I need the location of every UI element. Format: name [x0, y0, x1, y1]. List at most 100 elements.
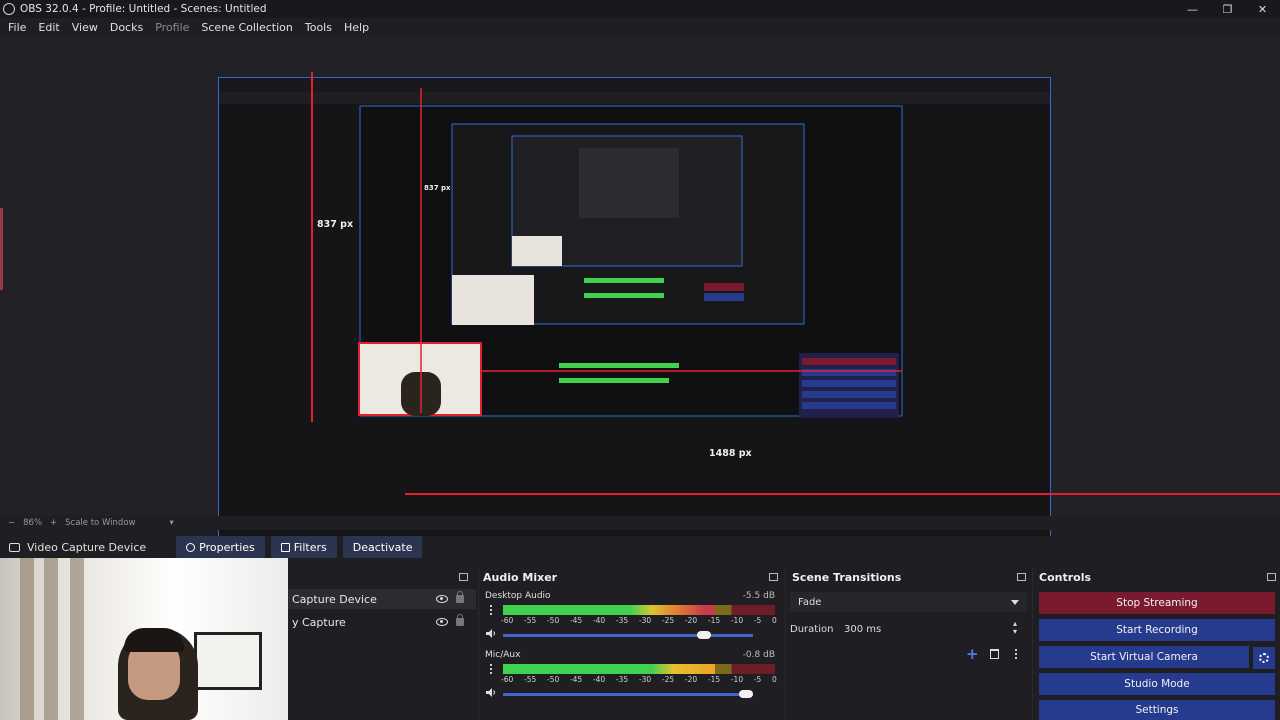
volume-slider-knob[interactable] [739, 690, 753, 698]
curtain-stripe [44, 558, 58, 720]
person-hair [124, 628, 184, 652]
background-monitor [194, 632, 262, 690]
scale-tick: -15 [707, 616, 721, 625]
kebab-menu-icon[interactable] [490, 605, 492, 615]
properties-button[interactable]: Properties [176, 536, 265, 558]
volume-slider[interactable] [503, 690, 753, 698]
minimize-button[interactable]: — [1175, 0, 1210, 18]
undock-icon[interactable] [1267, 573, 1276, 581]
eye-icon[interactable] [436, 618, 448, 626]
settings-button[interactable]: Settings [1039, 700, 1275, 720]
undock-icon[interactable] [769, 573, 778, 581]
stop-streaming-button[interactable]: Stop Streaming [1039, 592, 1275, 614]
scale-tick: -5 [753, 675, 762, 684]
scale-tick: -60 [501, 616, 514, 625]
gear-icon [1259, 653, 1269, 663]
volume-slider-knob[interactable] [696, 631, 711, 639]
menu-view[interactable]: View [66, 21, 104, 34]
trash-icon[interactable] [990, 649, 999, 659]
duration-label: Duration [790, 624, 834, 635]
menu-profile[interactable]: Profile [149, 21, 195, 34]
menu-bar: File Edit View Docks Profile Scene Colle… [0, 18, 1280, 36]
scale-tick: -55 [523, 616, 537, 625]
start-recording-button[interactable]: Start Recording [1039, 619, 1275, 641]
close-button[interactable]: ✕ [1245, 0, 1280, 18]
meter-level [503, 605, 716, 615]
spin-arrows-icon[interactable]: ▴ ▾ [1013, 620, 1017, 636]
eye-icon[interactable] [436, 595, 448, 603]
scale-tick: -20 [684, 616, 698, 625]
scale-tick: -30 [638, 675, 652, 684]
filters-button[interactable]: Filters [270, 536, 337, 558]
speaker-icon[interactable] [486, 688, 496, 697]
undock-icon[interactable] [1017, 573, 1026, 581]
kebab-menu-icon[interactable] [490, 664, 492, 674]
webcam-preview [0, 558, 288, 720]
scale-tick: -25 [661, 616, 675, 625]
preview-canvas[interactable] [218, 77, 1051, 552]
channel-name: Desktop Audio [485, 591, 551, 601]
controls-title: Controls [1039, 571, 1092, 584]
source-row[interactable]: Capture Device [288, 589, 476, 609]
volume-slider[interactable] [503, 631, 753, 639]
lock-icon[interactable] [456, 591, 464, 603]
scale-tick: -55 [523, 675, 537, 684]
scale-mode-dropdown[interactable]: Scale to Window [65, 518, 135, 528]
window-controls: — ❐ ✕ [1175, 0, 1280, 18]
kebab-menu-icon[interactable] [1015, 649, 1017, 659]
duration-value: 300 ms [844, 623, 882, 635]
scene-transitions-dock: Scene Transitions Fade Duration 300 ms ▴… [785, 568, 1030, 720]
menu-help[interactable]: Help [338, 21, 375, 34]
curtain-stripe [70, 558, 84, 720]
scale-tick: -45 [569, 616, 583, 625]
zoom-level: 86% [23, 518, 43, 528]
meter-level [503, 664, 716, 674]
scale-tick: -40 [592, 616, 606, 625]
virtual-camera-settings-button[interactable] [1253, 647, 1275, 669]
zoom-in-button[interactable]: + [50, 518, 57, 528]
transition-select[interactable]: Fade [790, 592, 1027, 612]
scale-tick: -35 [615, 675, 629, 684]
speaker-icon[interactable] [486, 629, 496, 638]
duration-spinbox[interactable]: 300 ms ▴ ▾ [842, 619, 1027, 639]
chevron-down-icon[interactable]: ▾ [169, 518, 173, 528]
scale-tick: -30 [638, 616, 652, 625]
gear-icon [186, 542, 196, 552]
undock-icon[interactable] [459, 573, 468, 581]
menu-scene-collection[interactable]: Scene Collection [195, 21, 298, 34]
filters-label: Filters [293, 540, 327, 554]
volume-meter [503, 664, 775, 674]
width-measure-label: 1488 px [709, 448, 752, 459]
recursive-preview-graphic [219, 78, 1050, 418]
active-source-name: Video Capture Device [27, 540, 147, 554]
channel-db: -5.5 dB [742, 591, 775, 601]
studio-mode-button[interactable]: Studio Mode [1039, 673, 1275, 695]
zoom-bar: − 86% + Scale to Window ▾ [0, 516, 1280, 530]
source-toolbar: Video Capture Device Properties Filters … [0, 536, 1280, 558]
menu-edit[interactable]: Edit [32, 21, 65, 34]
source-label: y Capture [292, 615, 346, 629]
zoom-out-button[interactable]: − [8, 518, 15, 528]
menu-docks[interactable]: Docks [104, 21, 149, 34]
scale-tick: -10 [730, 616, 744, 625]
source-label: Capture Device [292, 592, 377, 606]
chevron-down-icon [1011, 600, 1019, 605]
camera-icon [9, 542, 20, 552]
volume-meter [503, 605, 775, 615]
scale-tick: -20 [684, 675, 698, 684]
audio-mixer-dock: Audio Mixer Desktop Audio -5.5 dB -60 -5… [478, 568, 783, 720]
channel-db: -0.8 dB [742, 650, 775, 660]
maximize-button[interactable]: ❐ [1210, 0, 1245, 18]
title-bar: OBS 32.0.4 - Profile: Untitled - Scenes:… [0, 0, 1280, 18]
menu-file[interactable]: File [2, 21, 32, 34]
audio-mixer-title: Audio Mixer [483, 571, 558, 584]
source-row[interactable]: y Capture [288, 612, 476, 632]
add-transition-icon[interactable]: + [966, 645, 979, 663]
start-virtual-camera-button[interactable]: Start Virtual Camera [1039, 646, 1249, 668]
transition-value: Fade [798, 596, 822, 608]
lock-icon[interactable] [456, 614, 464, 626]
menu-tools[interactable]: Tools [299, 21, 338, 34]
program-preview[interactable]: 837 px 837 px 1488 px [0, 36, 1280, 552]
deactivate-button[interactable]: Deactivate [342, 536, 423, 558]
filter-icon [280, 542, 290, 552]
